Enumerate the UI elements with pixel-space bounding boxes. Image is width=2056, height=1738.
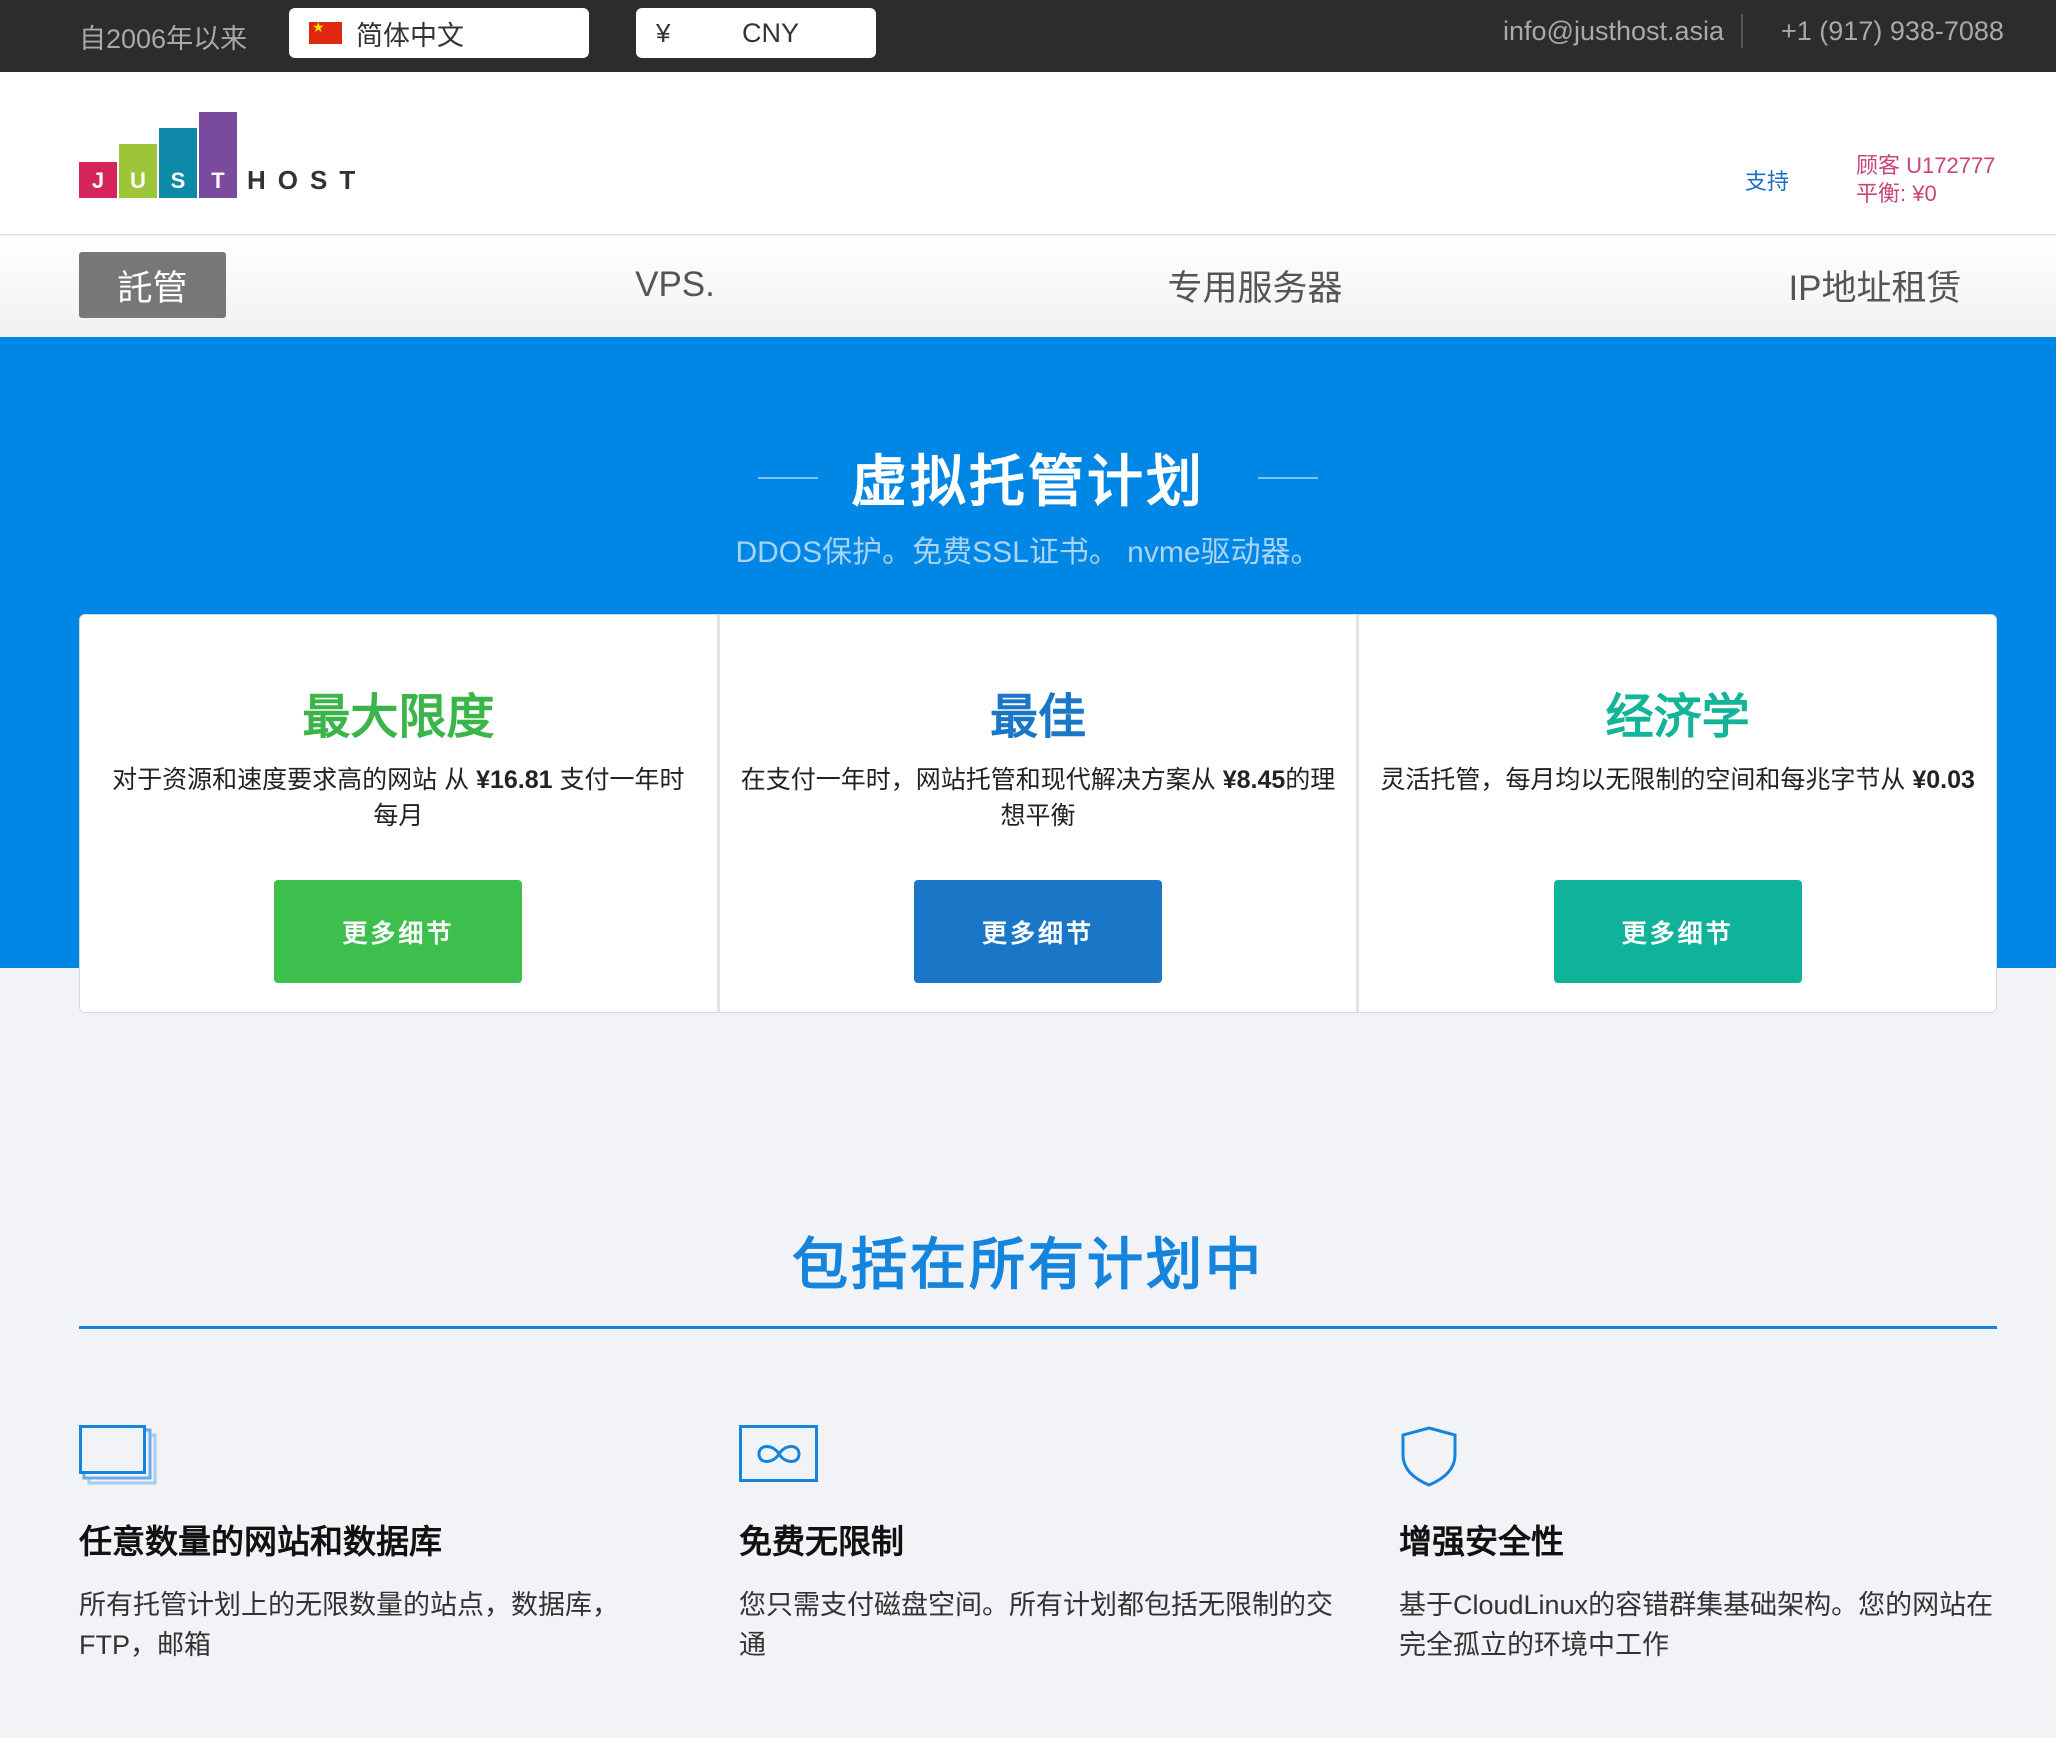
feature-title: 增强安全性 — [1399, 1523, 1564, 1560]
plan-price: ¥16.81 — [476, 766, 553, 794]
plan-card-max: 最大限度 对于资源和速度要求高的网站 从 ¥16.81 支付一年时每月 更多细节 — [80, 615, 720, 1012]
feature-title: 免费无限制 — [739, 1523, 904, 1560]
plan-description: 在支付一年时，网站托管和现代解决方案从 ¥8.45的理想平衡 — [740, 766, 1336, 830]
feature-free-unlimited: 免费无限制 您只需支付磁盘空间。所有计划都包括无限制的交通 — [739, 1425, 1339, 1665]
plan-name: 最大限度 — [302, 691, 495, 744]
support-link[interactable]: 支持 — [1745, 164, 1789, 196]
logo-host-text: HOST — [247, 165, 368, 195]
hero-title-rule-right — [1258, 477, 1318, 479]
top-bar: 自2006年以来 简体中文 ¥ CNY info@justhost.asia +… — [0, 0, 2056, 72]
feature-description: 基于CloudLinux的容错群集基础架构。您的网站在完全孤立的环境中工作 — [1399, 1590, 1994, 1660]
account-balance: 平衡: ¥0 — [1856, 181, 1937, 206]
logo-bar-s: S — [159, 128, 197, 198]
feature-description: 所有托管计划上的无限数量的站点，数据库，FTP，邮箱 — [79, 1590, 619, 1660]
shield-icon — [1399, 1425, 1999, 1495]
justhost-logo[interactable]: J U S T HOST — [79, 110, 379, 198]
contact-phone-link[interactable]: +1 (917) 938-7088 — [1781, 16, 2004, 47]
plan-price: ¥8.45 — [1222, 766, 1286, 794]
plan-details-button[interactable]: 更多细节 — [274, 880, 523, 983]
hero-subtitle: DDOS保护。免费SSL证书。 nvme驱动器。 — [735, 536, 1321, 569]
feature-security: 增强安全性 基于CloudLinux的容错群集基础架构。您的网站在完全孤立的环境… — [1399, 1425, 1999, 1665]
included-title: 包括在所有计划中 — [792, 1233, 1264, 1296]
nav-item-vps[interactable]: VPS. — [600, 252, 750, 318]
logo-bar-t: T — [199, 112, 237, 198]
currency-select[interactable]: ¥ CNY — [636, 8, 876, 58]
since-text: 自2006年以来 — [79, 24, 248, 54]
customer-id: 顾客 U172777 — [1856, 153, 1996, 178]
plan-price: ¥0.03 — [1912, 766, 1975, 794]
plan-cards: 最大限度 对于资源和速度要求高的网站 从 ¥16.81 支付一年时每月 更多细节… — [79, 614, 1997, 1013]
nav-item-ip-lease[interactable]: IP地址租赁 — [1780, 252, 1970, 318]
main-nav: 託管 VPS. 专用服务器 IP地址租赁 — [0, 236, 2056, 337]
currency-label: CNY — [742, 17, 800, 48]
currency-symbol: ¥ — [656, 17, 671, 48]
language-label: 简体中文 — [356, 20, 464, 51]
logo-bar-u: U — [119, 144, 157, 198]
plan-card-optimal: 最佳 在支付一年时，网站托管和现代解决方案从 ¥8.45的理想平衡 更多细节 — [720, 615, 1360, 1012]
logo-bar-j: J — [79, 162, 117, 198]
feature-unlimited-sites: 任意数量的网站和数据库 所有托管计划上的无限数量的站点，数据库，FTP，邮箱 — [79, 1425, 679, 1665]
infinity-icon — [739, 1425, 1339, 1495]
china-flag-icon — [309, 19, 342, 44]
nav-item-hosting[interactable]: 託管 — [79, 252, 226, 318]
included-title-rule — [79, 1326, 1997, 1329]
site-header: J U S T HOST 支持 顾客 U172777 平衡: ¥0 — [0, 72, 2056, 235]
feature-title: 任意数量的网站和数据库 — [79, 1523, 442, 1560]
feature-description: 您只需支付磁盘空间。所有计划都包括无限制的交通 — [739, 1590, 1333, 1660]
stacked-windows-icon — [79, 1425, 679, 1495]
plan-card-economy: 经济学 灵活托管，每月均以无限制的空间和每兆字节从 ¥0.03 更多细节 — [1359, 615, 1996, 1012]
plan-description: 对于资源和速度要求高的网站 从 ¥16.81 支付一年时每月 — [112, 766, 685, 830]
hero-title: 虚拟托管计划 — [851, 450, 1205, 513]
plan-name: 最佳 — [990, 691, 1087, 744]
contact-email-link[interactable]: info@justhost.asia — [1503, 16, 1724, 47]
plan-details-button[interactable]: 更多细节 — [1553, 880, 1802, 983]
account-info[interactable]: 顾客 U172777 平衡: ¥0 — [1856, 152, 1995, 208]
plan-name: 经济学 — [1605, 691, 1750, 744]
nav-item-dedicated-servers[interactable]: 专用服务器 — [1150, 252, 1360, 318]
plan-details-button[interactable]: 更多细节 — [914, 880, 1162, 983]
contact-separator — [1741, 14, 1743, 48]
language-select[interactable]: 简体中文 — [289, 8, 589, 58]
plan-description: 灵活托管，每月均以无限制的空间和每兆字节从 ¥0.03 — [1380, 766, 1975, 794]
